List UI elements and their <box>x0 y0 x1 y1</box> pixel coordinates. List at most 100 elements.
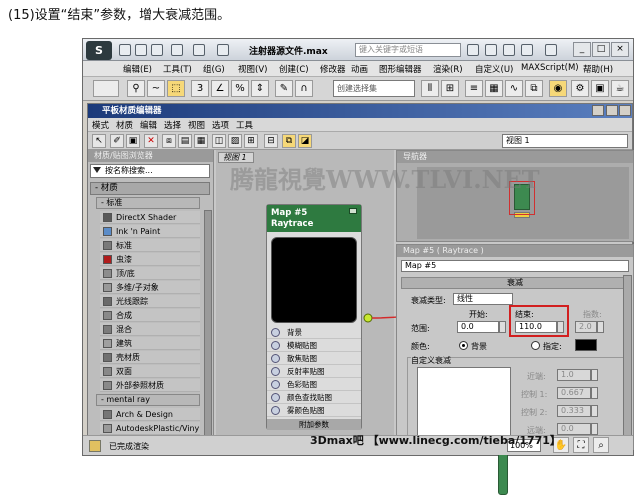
color-specify-radio[interactable] <box>531 341 540 350</box>
exponent-field[interactable]: 2.0 <box>575 321 597 333</box>
material-item[interactable]: 标准 <box>100 239 200 252</box>
layout-children-icon[interactable]: ⊞ <box>244 134 258 148</box>
show-map-icon[interactable]: ◫ <box>212 134 226 148</box>
node-input-slot[interactable]: 雾颜色贴图 <box>267 405 361 417</box>
link-icon[interactable]: ⚲ <box>127 80 145 97</box>
communication-icon[interactable] <box>503 44 515 56</box>
me-menu-select[interactable]: 选择 <box>164 119 181 131</box>
node-input-slot[interactable]: 颜色查找贴图 <box>267 392 361 404</box>
me-maximize-button[interactable] <box>606 105 618 116</box>
node-input-slot[interactable]: 散焦贴图 <box>267 353 361 365</box>
slot-socket-icon[interactable] <box>271 380 280 389</box>
slot-socket-icon[interactable] <box>271 406 280 415</box>
zoom-extents-icon[interactable]: ⛶ <box>573 437 589 453</box>
show-background-icon[interactable]: ▨ <box>228 134 242 148</box>
assign-material-icon[interactable]: ▣ <box>126 134 140 148</box>
falloff-rollout-header[interactable]: 衰减 <box>401 277 629 289</box>
slot-socket-icon[interactable] <box>271 354 280 363</box>
material-item[interactable]: 虫漆 <box>100 253 200 266</box>
hide-unused-slots-icon[interactable]: ▤ <box>178 134 192 148</box>
falloff-curve-graph[interactable] <box>417 367 511 439</box>
raytrace-map-node[interactable]: Map #5 Raytrace 背景 模糊贴图 散焦贴图 反射率贴图 色彩贴图 颜色查找贴… <box>266 204 362 430</box>
save-file-icon[interactable] <box>151 44 163 56</box>
edit-named-selection-icon[interactable]: ✎ <box>275 80 293 97</box>
browser-scrollbar[interactable] <box>204 210 212 440</box>
material-item[interactable]: Ink 'n Paint <box>100 225 200 238</box>
material-item[interactable]: 外部参照材质 <box>100 379 200 392</box>
layer-manager-icon[interactable]: ≡ <box>465 80 483 97</box>
percent-snap-icon[interactable]: % <box>231 80 249 97</box>
control1-spinner[interactable] <box>591 387 598 399</box>
undo-icon[interactable] <box>171 44 183 56</box>
material-item[interactable]: 建筑 <box>100 337 200 350</box>
binoculars-icon[interactable] <box>467 44 479 56</box>
redo-icon[interactable] <box>193 44 205 56</box>
new-file-icon[interactable] <box>119 44 131 56</box>
help-search-input[interactable]: 键入关键字或短语 <box>355 43 461 57</box>
mirror-icon[interactable]: ⫴ <box>421 80 439 97</box>
select-tool-icon[interactable]: ↖ <box>92 134 106 148</box>
control1-field[interactable]: 0.667 <box>557 387 591 399</box>
category-materials[interactable]: - 材质 <box>90 182 210 195</box>
subcategory-standard[interactable]: - 标准 <box>96 197 200 209</box>
material-item[interactable]: 双面 <box>100 365 200 378</box>
slot-socket-icon[interactable] <box>271 328 280 337</box>
node-collapse-button[interactable] <box>349 208 357 214</box>
falloff-type-dropdown[interactable]: 线性 <box>453 293 513 305</box>
favorites-star-icon[interactable] <box>521 44 533 56</box>
menu-maxscript[interactable]: MAXScript(M) <box>521 63 579 73</box>
magnet-icon[interactable]: ∩ <box>295 80 313 97</box>
subscription-icon[interactable] <box>485 44 497 56</box>
subcategory-mentalray[interactable]: - mental ray <box>96 394 200 406</box>
menu-rendering[interactable]: 渲染(R) <box>433 63 463 75</box>
menu-create[interactable]: 创建(C) <box>279 63 309 75</box>
me-menu-material[interactable]: 材质 <box>116 119 133 131</box>
parameter-editor-icon[interactable]: ⧉ <box>282 134 296 148</box>
me-menu-edit[interactable]: 编辑 <box>140 119 157 131</box>
spinner-snap-icon[interactable]: ⇕ <box>251 80 269 97</box>
color-background-radio[interactable] <box>459 341 468 350</box>
move-children-icon[interactable]: ⧈ <box>162 134 176 148</box>
near-spinner[interactable] <box>591 369 598 381</box>
material-item[interactable]: DirectX Shader <box>100 211 200 224</box>
me-close-button[interactable] <box>619 105 631 116</box>
me-menu-modes[interactable]: 模式 <box>92 119 109 131</box>
me-menu-options[interactable]: 选项 <box>212 119 229 131</box>
menu-tools[interactable]: 工具(T) <box>163 63 192 75</box>
layout-all-icon[interactable]: ▦ <box>194 134 208 148</box>
start-spinner[interactable] <box>499 321 506 333</box>
slot-socket-icon[interactable] <box>271 367 280 376</box>
me-menu-utilities[interactable]: 工具 <box>236 119 253 131</box>
node-header[interactable]: Map #5 Raytrace <box>267 205 361 232</box>
far-field[interactable]: 0.0 <box>557 423 591 435</box>
render-teapot-icon[interactable]: ☕ <box>611 80 629 97</box>
pick-material-icon[interactable]: ✐ <box>110 134 124 148</box>
schematic-view-icon[interactable]: ⧉ <box>525 80 543 97</box>
menu-help[interactable]: 帮助(H) <box>583 63 613 75</box>
slot-socket-icon[interactable] <box>271 393 280 402</box>
node-input-slot[interactable]: 背景 <box>267 327 361 339</box>
material-item[interactable]: 合成 <box>100 309 200 322</box>
material-item[interactable]: 顶/底 <box>100 267 200 280</box>
undo-dropdown-button[interactable] <box>93 80 119 97</box>
browser-search-input[interactable]: 按名称搜索... <box>90 164 210 178</box>
map-name-field[interactable]: Map #5 <box>401 260 629 272</box>
rendered-frame-icon[interactable]: ▣ <box>591 80 609 97</box>
project-folder-icon[interactable] <box>217 44 229 56</box>
align-icon[interactable]: ⊞ <box>441 80 459 97</box>
node-input-slot[interactable]: 反射率贴图 <box>267 366 361 378</box>
material-item[interactable]: 多维/子对象 <box>100 281 200 294</box>
mentalray-material-item[interactable]: AutodeskPlastic/Vinyl <box>100 422 200 435</box>
param-scrollbar[interactable] <box>623 275 632 445</box>
specify-color-swatch[interactable] <box>575 339 597 351</box>
angle-snap-icon[interactable]: ∠ <box>211 80 229 97</box>
search-options-chevron-icon[interactable] <box>93 167 101 173</box>
me-menu-view[interactable]: 视图 <box>188 119 205 131</box>
node-additional-params[interactable]: 附加参数 <box>267 419 361 430</box>
menu-customize[interactable]: 自定义(U) <box>475 63 513 75</box>
mentalray-material-item[interactable]: Arch & Design <box>100 408 200 421</box>
delete-icon[interactable]: ✕ <box>144 134 158 148</box>
graphite-tools-icon[interactable]: ▦ <box>485 80 503 97</box>
open-file-icon[interactable] <box>135 44 147 56</box>
material-editor-icon[interactable]: ◉ <box>549 80 567 97</box>
